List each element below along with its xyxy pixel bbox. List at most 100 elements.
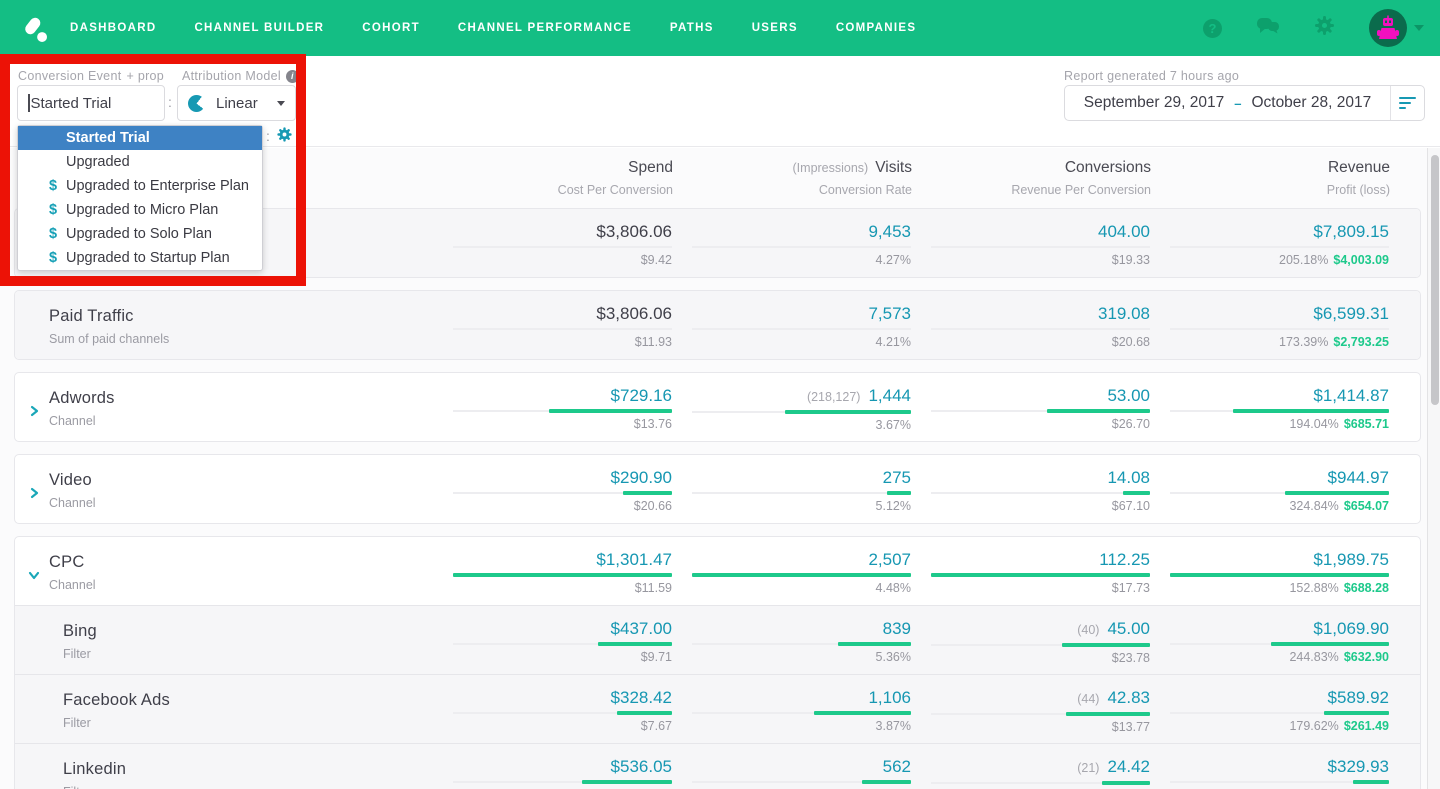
column-header-revenue[interactable]: Revenue Profit (loss) [1171, 159, 1390, 197]
dropdown-item-upgraded[interactable]: Upgraded [18, 150, 262, 174]
filter-icon[interactable] [1391, 86, 1424, 120]
row-adwords-spend-value[interactable]: $729.16 [611, 386, 672, 405]
table-row-paid-traffic[interactable]: Paid Traffic Sum of paid channels $3,806.0… [15, 291, 1420, 359]
row-bing-spend-subvalue: $9.71 [640, 650, 672, 664]
row-video-revenue-value[interactable]: $944.97 [1328, 468, 1389, 487]
row-paid-traffic-title[interactable]: Paid Traffic [49, 307, 433, 326]
row-linkedin-spend-value[interactable]: $536.05 [611, 757, 672, 776]
row-facebook-ads-revenue-value[interactable]: $589.92 [1328, 688, 1389, 707]
nav-item-channel-builder[interactable]: CHANNEL BUILDER [194, 22, 324, 34]
profit-percent: 179.62% [1289, 719, 1339, 733]
value-bar-track [453, 491, 672, 495]
row-cpc-spend-value[interactable]: $1,301.47 [596, 550, 672, 569]
text-cursor [28, 94, 30, 112]
row-facebook-ads-conversions-value[interactable]: 42.83 [1107, 688, 1150, 707]
row-adwords-title-cell: Adwords Channel [15, 389, 433, 428]
row-linkedin-title-cell: Linkedin Filter [15, 760, 433, 789]
table-row-facebook-ads[interactable]: Facebook Ads Filter $328.42 $7.67 1,106 3.87%… [15, 674, 1420, 743]
dropdown-item-upgraded-to-startup-plan[interactable]: $ Upgraded to Startup Plan [18, 246, 262, 270]
row-bing-revenue-value[interactable]: $1,069.90 [1313, 619, 1389, 638]
settings-gear-icon[interactable] [1314, 15, 1335, 41]
value-bar [453, 573, 672, 577]
row-adwords-conversions-value[interactable]: 53.00 [1107, 386, 1150, 405]
row-facebook-ads-title[interactable]: Facebook Ads [63, 691, 433, 710]
conversion-event-input[interactable]: Started Trial [17, 85, 165, 121]
table-card: CPC Channel $1,301.47 $11.59 2,507 4.48% 112.2… [14, 536, 1421, 789]
chevron-right-icon[interactable] [28, 486, 40, 504]
value-bar [1324, 711, 1389, 715]
row-total-revenue-value[interactable]: $7,809.15 [1313, 222, 1389, 241]
row-linkedin-title[interactable]: Linkedin [63, 760, 433, 779]
column-header-sublabel: Conversion Rate [818, 183, 912, 197]
row-bing-title[interactable]: Bing [63, 622, 433, 641]
table-row-linkedin[interactable]: Linkedin Filter $536.05$21.95 5624.34% (21) 2… [15, 743, 1420, 789]
info-icon[interactable]: i [285, 69, 299, 83]
row-adwords-title[interactable]: Adwords [49, 389, 433, 408]
chevron-down-icon[interactable] [28, 568, 40, 586]
scrollbar-thumb[interactable] [1430, 155, 1439, 405]
column-header-conversions[interactable]: Conversions Revenue Per Conversion [932, 159, 1151, 197]
vertical-scrollbar[interactable] [1427, 148, 1440, 789]
user-menu[interactable] [1369, 9, 1424, 47]
row-cpc-conversions-value[interactable]: 112.25 [1099, 550, 1150, 569]
row-linkedin-conversions-value[interactable]: 24.42 [1107, 757, 1150, 776]
attribution-model-dropdown[interactable]: Linear [177, 85, 296, 121]
nav-item-companies[interactable]: COMPANIES [836, 22, 917, 34]
row-total-conversions-value[interactable]: 404.00 [1098, 222, 1150, 241]
table-row-video[interactable]: Video Channel $290.90 $20.66 275 5.12% 14.08 $6… [15, 455, 1420, 523]
row-facebook-ads-spend-value[interactable]: $328.42 [611, 688, 672, 707]
column-header-sublabel: Profit (loss) [1326, 183, 1390, 197]
row-linkedin-visits-value[interactable]: 562 [883, 757, 911, 776]
dropdown-item-upgraded-to-solo-plan[interactable]: $ Upgraded to Solo Plan [18, 222, 262, 246]
row-bing-conversions-value[interactable]: 45.00 [1107, 619, 1150, 638]
nav-menu: DASHBOARD CHANNEL BUILDER COHORT CHANNEL PE… [70, 22, 916, 34]
row-video-visits-value[interactable]: 275 [883, 468, 911, 487]
row-paid-traffic-conversions-subvalue: $20.68 [1111, 335, 1150, 349]
table-row-adwords[interactable]: Adwords Channel $729.16 $13.76 (218,127) 1,44… [15, 373, 1420, 441]
row-cpc-title[interactable]: CPC [49, 553, 433, 572]
nav-item-users[interactable]: USERS [752, 22, 798, 34]
row-paid-traffic-revenue-value[interactable]: $6,599.31 [1313, 304, 1389, 323]
dropdown-item-started-trial[interactable]: Started Trial [18, 126, 262, 150]
value-bar-track [692, 780, 911, 784]
row-bing-visits-value[interactable]: 839 [883, 619, 911, 638]
value-bar [598, 642, 672, 646]
nav-item-dashboard[interactable]: DASHBOARD [70, 22, 156, 34]
chevron-down-icon[interactable] [1414, 25, 1424, 31]
row-bing-spend-value[interactable]: $437.00 [611, 619, 672, 638]
row-video-conversions-value[interactable]: 14.08 [1107, 468, 1150, 487]
column-header-label: Conversions [1064, 159, 1151, 176]
column-header-label: Revenue [1327, 159, 1390, 176]
row-adwords-visits-value[interactable]: 1,444 [868, 386, 911, 405]
dropdown-item-upgraded-to-micro-plan[interactable]: $ Upgraded to Micro Plan [18, 198, 262, 222]
event-settings-gear-icon[interactable] [277, 127, 292, 145]
nav-item-paths[interactable]: PATHS [670, 22, 714, 34]
row-paid-traffic-visits-value[interactable]: 7,573 [868, 304, 911, 323]
row-facebook-ads-visits-value[interactable]: 1,106 [868, 688, 911, 707]
column-header-visits[interactable]: (Impressions) Visits Conversion Rate [693, 159, 912, 197]
chevron-right-icon[interactable] [28, 404, 40, 422]
row-paid-traffic-conversions-value[interactable]: 319.08 [1098, 304, 1150, 323]
table-row-cpc[interactable]: CPC Channel $1,301.47 $11.59 2,507 4.48% 112.2… [15, 537, 1420, 605]
user-avatar[interactable] [1369, 9, 1407, 47]
row-cpc-visits-value[interactable]: 2,507 [868, 550, 911, 569]
nav-item-cohort[interactable]: COHORT [362, 22, 420, 34]
row-linkedin-revenue-value[interactable]: $329.93 [1328, 757, 1389, 776]
add-prop-link[interactable]: + prop [126, 69, 164, 83]
attribution-logo-icon[interactable] [12, 6, 56, 50]
row-total-visits-value[interactable]: 9,453 [868, 222, 911, 241]
column-header-spend[interactable]: Spend Cost Per Conversion [454, 159, 673, 197]
row-video-spend-value[interactable]: $290.90 [611, 468, 672, 487]
value-bar [1062, 643, 1150, 647]
row-paid-traffic-spend-subvalue: $11.93 [634, 335, 672, 349]
value-bar [1122, 491, 1150, 495]
row-adwords-revenue-value[interactable]: $1,414.87 [1313, 386, 1389, 405]
row-video-title[interactable]: Video [49, 471, 433, 490]
help-icon[interactable]: ? [1203, 18, 1222, 38]
row-cpc-revenue-value[interactable]: $1,989.75 [1313, 550, 1389, 569]
table-row-bing[interactable]: Bing Filter $437.00 $9.71 839 5.36% (40) 45.00 $… [15, 605, 1420, 674]
chat-icon[interactable] [1256, 16, 1280, 41]
dropdown-item-upgraded-to-enterprise-plan[interactable]: $ Upgraded to Enterprise Plan [18, 174, 262, 198]
nav-item-channel-performance[interactable]: CHANNEL PERFORMANCE [458, 22, 632, 34]
date-range-picker[interactable]: September 29, 2017 – October 28, 2017 [1064, 85, 1425, 121]
